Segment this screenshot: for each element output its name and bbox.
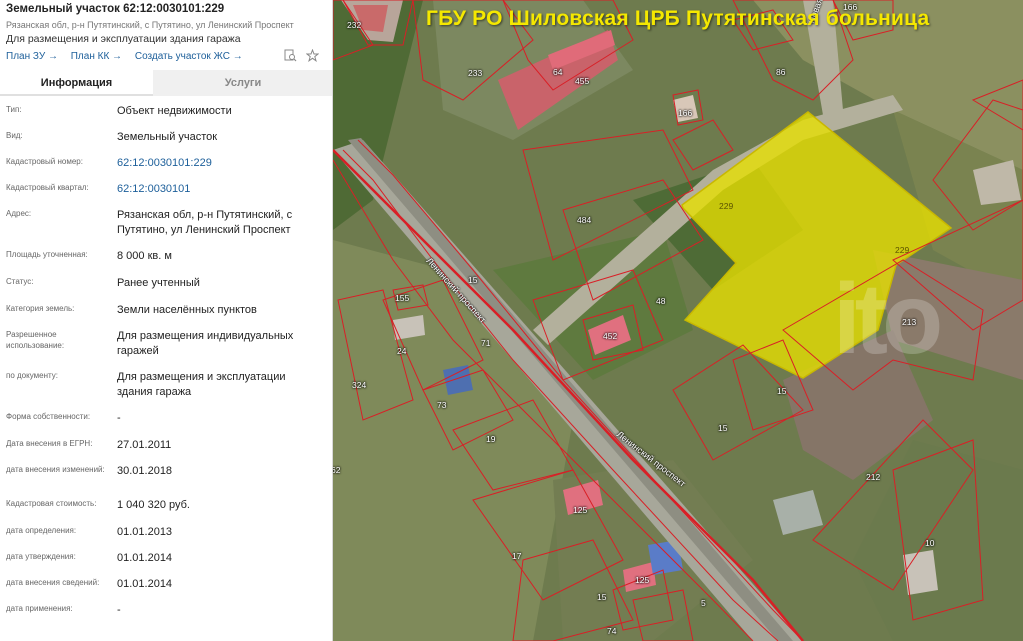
plot-label[interactable]: 86 [776,67,785,77]
attr-label: Категория земель: [6,304,75,313]
plot-label[interactable]: 232 [347,20,361,30]
attr-value: Земельный участок [117,131,218,143]
attr-value: 01.01.2014 [117,552,173,564]
create-plot-link[interactable]: Создать участок ЖС → [135,51,243,62]
plot-label[interactable]: 73 [437,400,446,410]
attr-label: Статус: [6,277,34,286]
attr-label: Кадастровый квартал: [6,183,89,192]
attr-label: дата внесения сведений: [6,578,100,587]
panel-actions [284,48,324,65]
plot-label[interactable]: 452 [603,331,617,341]
screen: Земельный участок 62:12:0030101:229 Ряза… [0,0,1023,641]
attr-value: 1 040 320 руб. [117,499,190,511]
plot-label[interactable]: 233 [468,68,482,78]
plot-label[interactable]: 15 [597,592,606,602]
attr-value: Объект недвижимости [117,105,232,117]
attr-label: Дата внесения в ЕГРН: [6,439,93,448]
plan-zu-link[interactable]: План ЗУ → [6,51,58,62]
plot-label[interactable]: 484 [577,215,591,225]
plot-label[interactable]: 5 [701,598,706,608]
attr-label: Тип: [6,105,22,114]
attr-label: дата утверждения: [6,552,76,561]
cadastral-map[interactable]: ito 232 233 64 455 86 166 166 229 229 48… [333,0,1023,641]
attr-label: Адрес: [6,209,32,218]
attr-label: Вид: [6,131,23,140]
plot-label[interactable]: 15 [718,423,727,433]
plot-label[interactable]: 64 [553,67,562,77]
star-icon[interactable] [305,48,320,65]
attr-value: 01.01.2014 [117,578,173,590]
plan-links: План ЗУ → План КК → Создать участок ЖС → [6,51,253,62]
attr-label: Разрешенное использование: [6,330,65,350]
attr-value: - [117,412,121,424]
attr-value: 30.01.2018 [117,465,173,477]
attr-label: по документу: [6,371,58,380]
plot-label[interactable]: 212 [866,472,880,482]
plot-label[interactable]: 324 [352,380,366,390]
attr-value: Для размещения индивидуальных гаражей [117,330,294,357]
attr-value: 01.01.2013 [117,526,173,538]
plot-label[interactable]: 455 [575,76,589,86]
plot-label[interactable]: 155 [395,293,409,303]
attr-value: 27.01.2011 [117,439,172,451]
attr-value: Земли населённых пунктов [117,304,257,316]
attr-label: Площадь уточненная: [6,250,88,259]
plot-label[interactable]: 24 [397,346,406,356]
attr-label: Кадастровый номер: [6,157,83,166]
plot-label[interactable]: 71 [481,338,490,348]
tab-services[interactable]: Услуги [153,70,332,96]
attr-value: 8 000 кв. м [117,250,172,262]
plot-label-highlighted[interactable]: 229 [895,245,909,255]
attr-value: - [117,604,121,616]
plot-label[interactable]: 166 [678,108,692,118]
plot-title: Земельный участок 62:12:0030101:229 [6,3,225,15]
plot-label-highlighted[interactable]: 229 [719,201,733,211]
attr-label: Кадастровая стоимость: [6,499,97,508]
attr-value: Для размещения и эксплуатации здания гар… [117,371,286,398]
plot-label[interactable]: 15 [777,386,786,396]
map-heading: ГБУ РО Шиловская ЦРБ Путятинская больниц… [426,7,930,30]
attr-label: Форма собственности: [6,412,91,421]
plot-label[interactable]: 125 [635,575,649,585]
attr-label: дата внесения изменений: [6,465,105,474]
plot-address-short: Рязанская обл, р-н Путятинский, с Путяти… [6,20,294,30]
attr-label: дата определения: [6,526,77,535]
attr-value: Рязанская обл, р-н Путятинский, с Путяти… [117,209,293,236]
plot-label[interactable]: 17 [512,551,521,561]
cadastral-number-link[interactable]: 62:12:0030101:229 [117,156,322,171]
panel-tabs: Информация Услуги [0,70,332,96]
tab-info[interactable]: Информация [0,70,153,96]
info-panel: Земельный участок 62:12:0030101:229 Ряза… [0,0,333,641]
plot-label[interactable]: 125 [573,505,587,515]
plot-label[interactable]: 15 [468,275,477,285]
plot-label[interactable]: 48 [656,296,665,306]
attr-label: дата применения: [6,604,73,613]
plot-label[interactable]: 10 [925,538,934,548]
plot-label[interactable]: 19 [486,434,495,444]
document-search-icon[interactable] [284,49,297,65]
plot-label[interactable]: 62 [333,465,340,475]
plot-purpose: Для размещения и эксплуатации здания гар… [6,33,241,45]
plan-kk-link[interactable]: План КК → [71,51,122,62]
avito-watermark: ito [833,263,943,375]
cadastral-quarter-link[interactable]: 62:12:0030101 [117,182,322,197]
plot-label[interactable]: 74 [607,626,616,636]
plot-label[interactable]: 213 [902,317,916,327]
attr-value: Ранее учтенный [117,277,200,289]
